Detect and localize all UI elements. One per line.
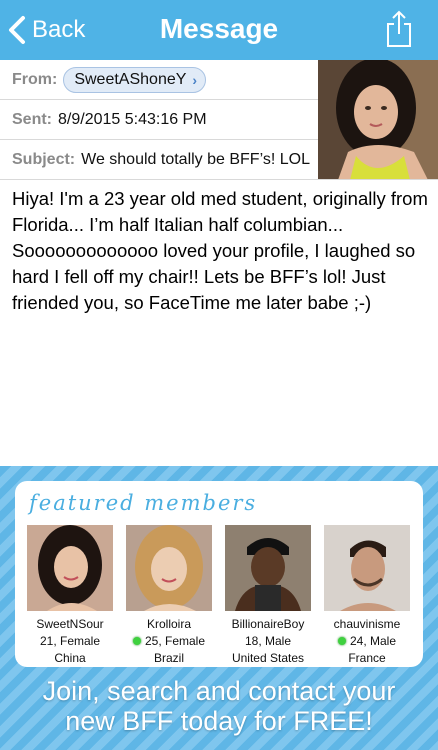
member-location: Brazil — [153, 651, 184, 665]
featured-members-title: featured members — [29, 491, 258, 515]
member-age-gender: 24, Male — [324, 634, 410, 648]
featured-member[interactable]: Krolloira 25, Female Brazil — [126, 525, 212, 665]
member-age-gender-text: 25, Female — [144, 634, 206, 648]
member-age-gender: 18, Male — [225, 634, 311, 648]
member-age-gender: 21, Female — [27, 634, 113, 648]
sent-label: Sent: — [12, 110, 52, 128]
chevron-right-icon: › — [192, 71, 198, 88]
promo-section: featured members SweetNSour 21, Female C… — [0, 466, 438, 750]
header-divider — [0, 179, 438, 180]
cta-line-1: Join, search and contact your — [42, 676, 396, 706]
sent-row: Sent: 8/9/2015 5:43:16 PM — [0, 100, 318, 140]
member-name: chauvinisme — [333, 617, 401, 631]
member-age-gender-text: 18, Male — [244, 634, 292, 648]
cta-line-2: new BFF today for FREE! — [65, 706, 373, 736]
member-age-gender-text: 24, Male — [349, 634, 397, 648]
sender-name-button[interactable]: SweetAShoneY › — [63, 66, 207, 93]
share-icon[interactable] — [384, 10, 414, 48]
member-location: United States — [231, 651, 305, 665]
member-photo — [126, 525, 212, 611]
member-photo — [225, 525, 311, 611]
subject-label: Subject: — [12, 150, 76, 168]
member-name: BillionaireBoy — [231, 617, 305, 631]
featured-member[interactable]: SweetNSour 21, Female China — [27, 525, 113, 665]
sender-photo[interactable] — [318, 60, 438, 180]
member-name: SweetNSour — [36, 617, 104, 631]
join-call-to-action[interactable]: Join, search and contact your new BFF to… — [0, 676, 438, 736]
member-age-gender-text: 21, Female — [39, 634, 101, 648]
back-button[interactable]: Back — [8, 12, 85, 48]
subject-value: We should totally be BFF’s! LOL — [81, 150, 310, 168]
online-status-icon — [132, 637, 141, 645]
subject-row: Subject: We should totally be BFF’s! LOL — [0, 140, 318, 180]
sender-photo-image — [318, 60, 438, 180]
member-location: China — [54, 651, 86, 665]
sender-name: SweetAShoneY — [74, 70, 187, 88]
chevron-left-icon — [9, 16, 25, 44]
featured-member[interactable]: chauvinisme 24, Male France — [324, 525, 410, 665]
featured-member[interactable]: BillionaireBoy 18, Male United States — [225, 525, 311, 665]
from-label: From: — [12, 70, 58, 88]
member-photo — [27, 525, 113, 611]
member-name: Krolloira — [146, 617, 191, 631]
featured-members-card: featured members SweetNSour 21, Female C… — [15, 481, 423, 667]
from-row: From: SweetAShoneY › — [0, 60, 318, 100]
member-location: France — [348, 651, 386, 665]
member-age-gender: 25, Female — [126, 634, 212, 648]
message-body: Hiya! I'm a 23 year old med student, ori… — [12, 188, 428, 313]
sent-value: 8/9/2015 5:43:16 PM — [58, 110, 207, 128]
member-photo — [324, 525, 410, 611]
navigation-bar: Back Message — [0, 0, 438, 60]
online-status-icon — [337, 637, 346, 645]
back-label: Back — [32, 16, 86, 43]
